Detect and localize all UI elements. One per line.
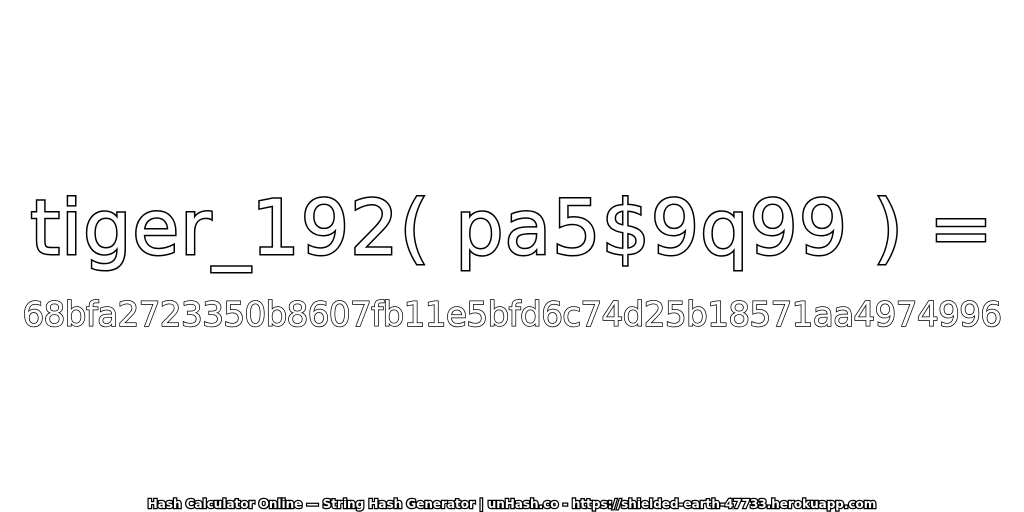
hash-result-image: tiger_192( pa5$9q99 ) = 68bfa2723350b860…: [0, 0, 1024, 512]
hash-expression: tiger_192( pa5$9q99 ) =: [29, 182, 994, 274]
hash-value: 68bfa2723350b8607fb11e5bfd6c74d25b18571a…: [22, 294, 1003, 336]
footer-credit: Hash Calculator Online — String Hash Gen…: [146, 496, 877, 512]
